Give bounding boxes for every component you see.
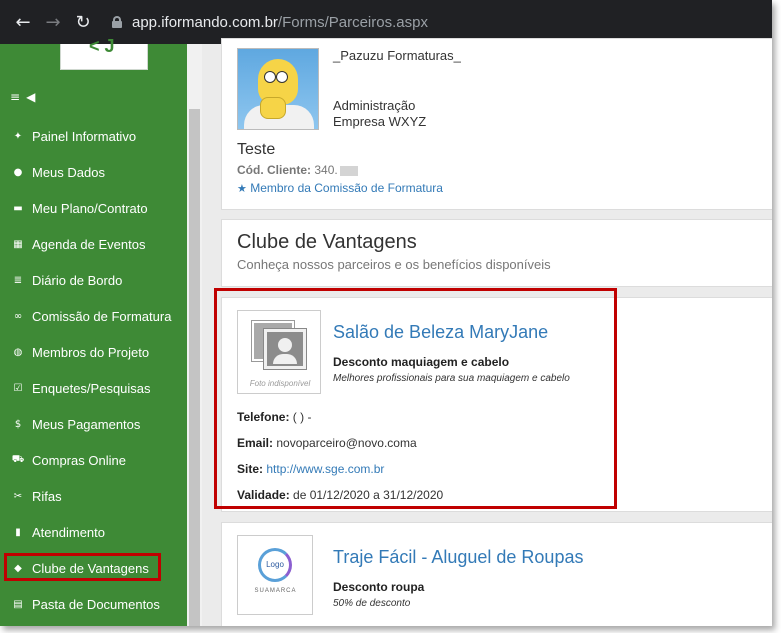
forward-arrow-icon[interactable]: →: [38, 7, 68, 37]
sidebar-item[interactable]: ◍ Membros do Projeto: [0, 334, 187, 370]
browser-window: ← → ↻ app.iformando.com.br/Forms/Parceir…: [0, 0, 772, 626]
files-icon: ▤: [13, 598, 23, 610]
back-arrow-icon[interactable]: ←: [8, 7, 38, 37]
sidebar-item-label: Membros do Projeto: [32, 344, 150, 360]
partner-discount: Desconto roupa: [333, 580, 425, 594]
pin-icon: ✦: [13, 130, 23, 142]
folder-open-icon: ▬: [13, 202, 23, 214]
client-code-label: Cód. Cliente:: [237, 163, 311, 177]
partner-logo: Logo SUAMARCA: [237, 535, 313, 615]
member-badge: ★ Membro da Comissão de Formatura: [237, 181, 443, 195]
company-line: Empresa WXYZ: [333, 114, 427, 129]
highlight-box: [214, 288, 617, 509]
sidebar-item[interactable]: ▬ Meu Plano/Contrato: [0, 190, 187, 226]
partner-detail: 50% de desconto: [333, 598, 411, 609]
company-name: _Pazuzu Formaturas_: [333, 48, 461, 63]
logo-caption: SUAMARCA: [254, 588, 297, 594]
globe-icon: ◍: [13, 346, 23, 358]
check-square-icon: ☑: [13, 382, 23, 394]
sidebar-item[interactable]: ⛟ Compras Online: [0, 442, 187, 478]
sidebar-item[interactable]: ✦ Painel Informativo: [0, 118, 187, 154]
url-host: app.iformando.com.br: [132, 13, 278, 31]
sidebar-item-label: Comissão de Formatura: [32, 308, 172, 324]
redacted-block: [339, 165, 358, 176]
user-name: Teste: [237, 141, 276, 158]
list-icon: ≣: [13, 274, 23, 286]
profile-card: _Pazuzu Formaturas_ Administração Empres…: [221, 38, 772, 210]
page-title: Clube de Vantagens: [237, 231, 417, 253]
avatar: [237, 48, 319, 130]
company-role: Administração Empresa WXYZ: [333, 98, 426, 130]
calendar-icon: ▦: [13, 238, 23, 250]
clube-header-card: Clube de Vantagens Conheça nossos parcei…: [221, 219, 772, 287]
user-icon: ●: [13, 166, 23, 178]
scrollbar[interactable]: [187, 44, 202, 626]
partner-name-link[interactable]: Traje Fácil - Aluguel de Roupas: [333, 547, 583, 568]
hamburger-icon: ≡: [10, 90, 21, 104]
sidebar-item[interactable]: $ Meus Pagamentos: [0, 406, 187, 442]
page-subtitle: Conheça nossos parceiros e os benefícios…: [237, 257, 551, 272]
dollar-icon: $: [14, 418, 22, 430]
sidebar-item-label: Compras Online: [32, 452, 126, 468]
sidebar-item-label: Meus Dados: [32, 164, 105, 180]
sidebar-item[interactable]: ▮ Atendimento: [0, 514, 187, 550]
cart-icon: ⛟: [11, 453, 25, 465]
brand-logo-icon: Logo: [258, 548, 292, 582]
member-label: Membro da Comissão de Formatura: [250, 181, 443, 195]
star-icon: ★: [237, 182, 247, 195]
sidebar-item[interactable]: ≣ Diário de Bordo: [0, 262, 187, 298]
url-path: /Forms/Parceiros.aspx: [277, 13, 428, 31]
role-line: Administração: [333, 98, 416, 113]
sidebar-item-label: Enquetes/Pesquisas: [32, 380, 151, 396]
sidebar-item[interactable]: ✂ Rifas: [0, 478, 187, 514]
sidebar-item-label: Meus Pagamentos: [32, 416, 141, 432]
sidebar-item-label: Rifas: [32, 488, 62, 504]
sidebar-item[interactable]: ☑ Enquetes/Pesquisas: [0, 370, 187, 406]
sidebar-item[interactable]: ∞ Comissão de Formatura: [0, 298, 187, 334]
sidebar-item-label: Painel Informativo: [32, 128, 137, 144]
address-bar[interactable]: app.iformando.com.br/Forms/Parceiros.asp…: [112, 14, 428, 31]
scrollbar-thumb[interactable]: [189, 109, 200, 626]
link-icon: ∞: [13, 310, 23, 322]
lock-icon: [112, 16, 122, 28]
menu-toggle[interactable]: ≡ ◀: [10, 90, 35, 104]
ticket-icon: ✂: [13, 490, 23, 502]
highlight-box: [4, 553, 161, 581]
client-code-value: 340.: [314, 163, 338, 177]
sidebar-item[interactable]: ▦ Agenda de Eventos: [0, 226, 187, 262]
sidebar-item-label: Agenda de Eventos: [32, 236, 146, 252]
client-code: Cód. Cliente: 340.: [237, 163, 358, 177]
reload-icon[interactable]: ↻: [68, 7, 98, 37]
caret-left-icon: ◀: [26, 90, 36, 104]
sidebar-logo: < J: [60, 36, 148, 70]
sidebar-item-label: Atendimento: [32, 524, 105, 540]
sidebar-item-label: Pasta de Documentos: [32, 596, 160, 612]
sidebar-item-label: Meu Plano/Contrato: [32, 200, 148, 216]
sidebar: < J ≡ ◀ ✦ Painel Informativo ● Meus Dados ▬ M…: [0, 36, 187, 626]
comment-icon: ▮: [15, 526, 21, 538]
partner-card: Logo SUAMARCA Traje Fácil - Aluguel de R…: [221, 522, 772, 626]
sidebar-item[interactable]: ● Meus Dados: [0, 154, 187, 190]
sidebar-item[interactable]: ▤ Pasta de Documentos: [0, 586, 187, 622]
sidebar-item-label: Diário de Bordo: [32, 272, 123, 288]
